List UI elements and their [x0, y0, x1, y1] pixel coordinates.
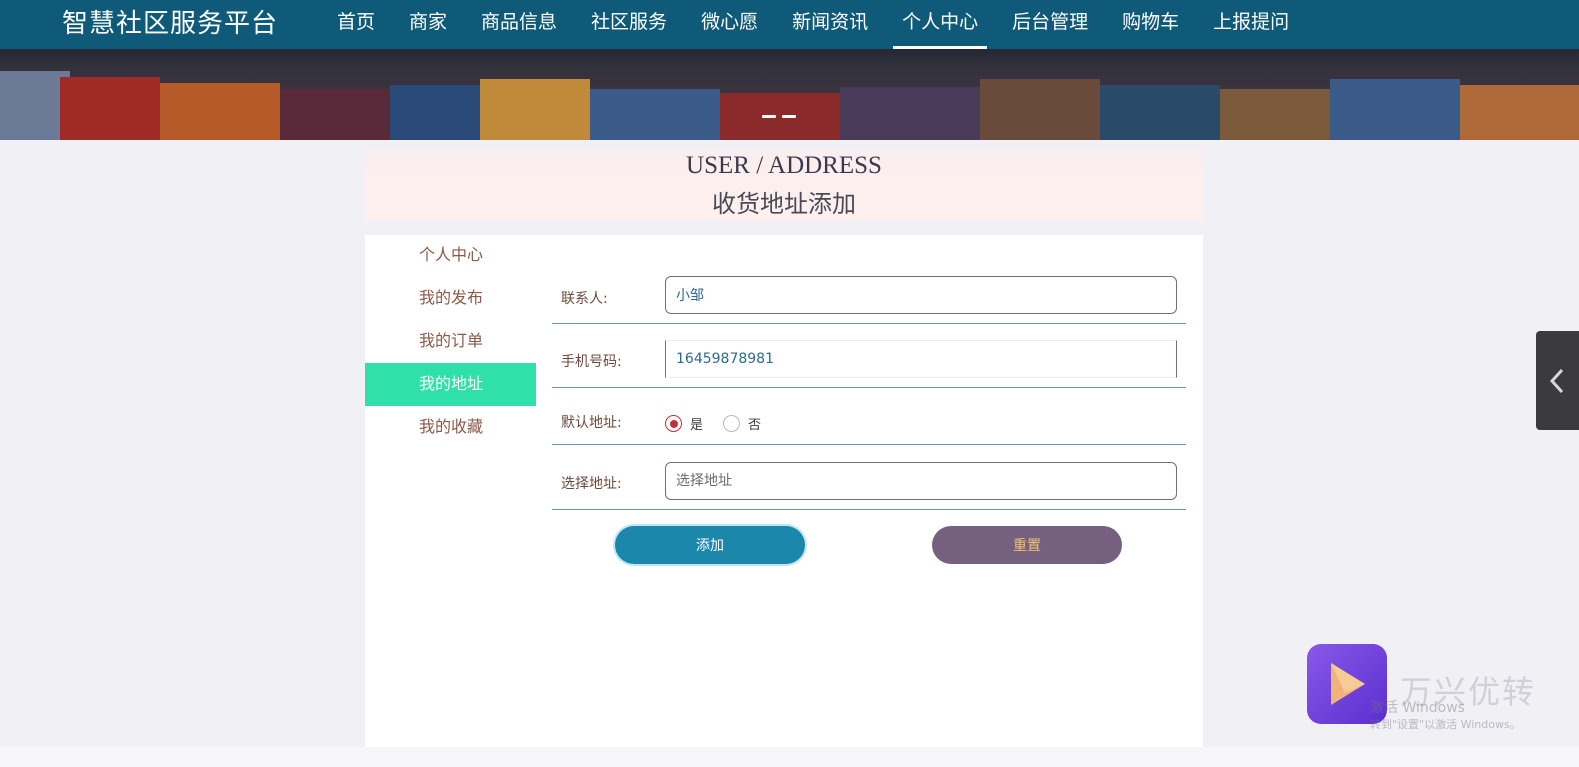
nav-news[interactable]: 新闻资讯	[775, 0, 885, 49]
nav-home[interactable]: 首页	[320, 0, 392, 49]
default-address-radio-group: 是 否	[665, 414, 781, 433]
carousel-dot[interactable]	[782, 115, 796, 118]
page-title-block: USER / ADDRESS 收货地址添加	[365, 150, 1203, 220]
radio-no[interactable]	[723, 415, 741, 432]
phone-label: 手机号码:	[561, 354, 622, 370]
banner-shape	[590, 89, 720, 140]
radio-no-label: 否	[748, 418, 762, 433]
default-address-label: 默认地址:	[561, 415, 622, 431]
main-nav: 首页 商家 商品信息 社区服务 微心愿 新闻资讯 个人中心 后台管理 购物车 上…	[320, 0, 1306, 49]
banner-shape	[1460, 85, 1579, 140]
sidebar-item-my-posts[interactable]: 我的发布	[365, 277, 536, 320]
sidebar-item-user-center[interactable]: 个人中心	[365, 235, 536, 277]
chevron-left-icon	[1549, 368, 1563, 393]
address-label: 选择地址:	[561, 476, 622, 492]
banner-shape	[390, 85, 480, 140]
side-drawer-toggle[interactable]	[1536, 331, 1579, 430]
address-select-input[interactable]	[665, 462, 1177, 500]
add-button[interactable]: 添加	[615, 526, 805, 564]
banner-shape	[480, 79, 590, 140]
windows-activate-subtext: 转到"设置"以激活 Windows。	[1370, 718, 1521, 731]
nav-admin[interactable]: 后台管理	[995, 0, 1105, 49]
banner-shape	[60, 77, 160, 140]
contact-input[interactable]	[665, 276, 1177, 314]
sidebar-item-my-address[interactable]: 我的地址	[365, 363, 536, 406]
top-navbar: 智慧社区服务平台 首页 商家 商品信息 社区服务 微心愿 新闻资讯 个人中心 后…	[0, 0, 1579, 49]
banner-shape	[1330, 79, 1460, 140]
radio-yes[interactable]	[665, 415, 682, 432]
banner-shape	[0, 49, 1579, 71]
nav-cart[interactable]: 购物车	[1105, 0, 1196, 49]
form-row-contact: 联系人:	[552, 267, 1186, 324]
banner-shape	[1220, 89, 1330, 140]
form-row-phone: 手机号码:	[552, 324, 1186, 388]
nav-merchants[interactable]: 商家	[392, 0, 464, 49]
site-brand[interactable]: 智慧社区服务平台	[62, 3, 278, 40]
sidebar-item-my-orders[interactable]: 我的订单	[365, 320, 536, 363]
page-bottom-strip	[0, 747, 1579, 767]
nav-report-question[interactable]: 上报提问	[1196, 0, 1306, 49]
nav-community-service[interactable]: 社区服务	[574, 0, 684, 49]
nav-wishes[interactable]: 微心愿	[684, 0, 775, 49]
banner-shape	[980, 79, 1100, 140]
radio-yes-label: 是	[690, 418, 704, 433]
play-icon	[1331, 663, 1365, 705]
banner-shape	[840, 87, 980, 140]
banner-shape	[280, 89, 390, 140]
banner-carousel	[0, 49, 1579, 140]
windows-activate-text: 激活 Windows	[1370, 700, 1465, 716]
banner-shape	[160, 83, 280, 140]
carousel-indicators	[762, 115, 796, 118]
phone-input[interactable]	[665, 340, 1177, 378]
page-title-en: USER / ADDRESS	[686, 152, 882, 179]
page-title: 收货地址添加	[712, 190, 856, 218]
banner-shape	[1100, 85, 1220, 140]
content-panel: 个人中心 我的发布 我的订单 我的地址 我的收藏 联系人: 手机号码: 默认地址…	[365, 235, 1203, 747]
form-row-default: 默认地址: 是 否	[552, 388, 1186, 445]
contact-label: 联系人:	[561, 291, 608, 307]
nav-user-center[interactable]: 个人中心	[885, 0, 995, 49]
form-row-address: 选择地址:	[552, 445, 1186, 510]
carousel-dot[interactable]	[762, 115, 776, 118]
user-sidebar: 个人中心 我的发布 我的订单 我的地址 我的收藏	[365, 235, 536, 449]
reset-button[interactable]: 重置	[932, 526, 1122, 564]
sidebar-item-my-favorites[interactable]: 我的收藏	[365, 406, 536, 449]
nav-products[interactable]: 商品信息	[464, 0, 574, 49]
